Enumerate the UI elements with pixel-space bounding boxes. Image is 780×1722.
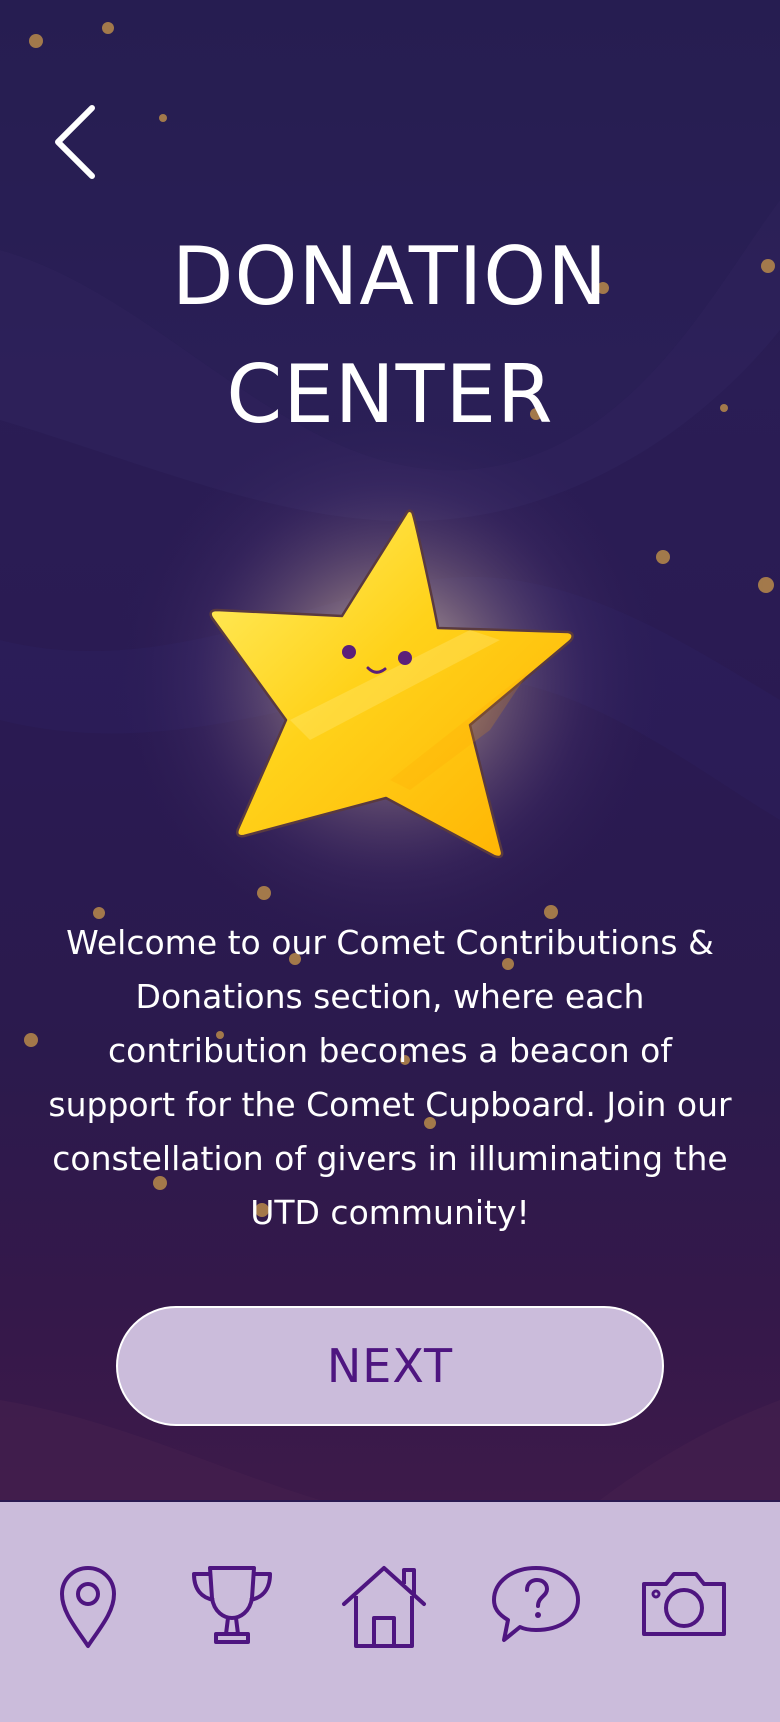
nav-trophy[interactable]: [182, 1554, 282, 1654]
back-button[interactable]: [44, 100, 104, 184]
title-line-2: CENTER: [226, 348, 554, 441]
donation-center-screen: DONATION CENTER Welcome to our Comet Con…: [0, 0, 780, 1500]
nav-help[interactable]: [486, 1554, 586, 1654]
page-title: DONATION CENTER: [0, 218, 780, 454]
title-line-1: DONATION: [171, 230, 609, 323]
location-pin-icon: [60, 1566, 116, 1648]
help-chat-icon: [492, 1566, 580, 1642]
camera-icon: [642, 1572, 726, 1636]
next-button[interactable]: NEXT: [116, 1306, 664, 1426]
trophy-icon: [192, 1566, 272, 1644]
home-icon: [342, 1566, 426, 1648]
bottom-nav: [0, 1500, 780, 1722]
nav-home[interactable]: [334, 1554, 434, 1654]
intro-text: Welcome to our Comet Contributions & Don…: [48, 923, 732, 1232]
chevron-left-icon: [55, 105, 95, 179]
smiling-star-illustration: [170, 480, 610, 900]
nav-location[interactable]: [38, 1554, 138, 1654]
nav-camera[interactable]: [634, 1554, 734, 1654]
